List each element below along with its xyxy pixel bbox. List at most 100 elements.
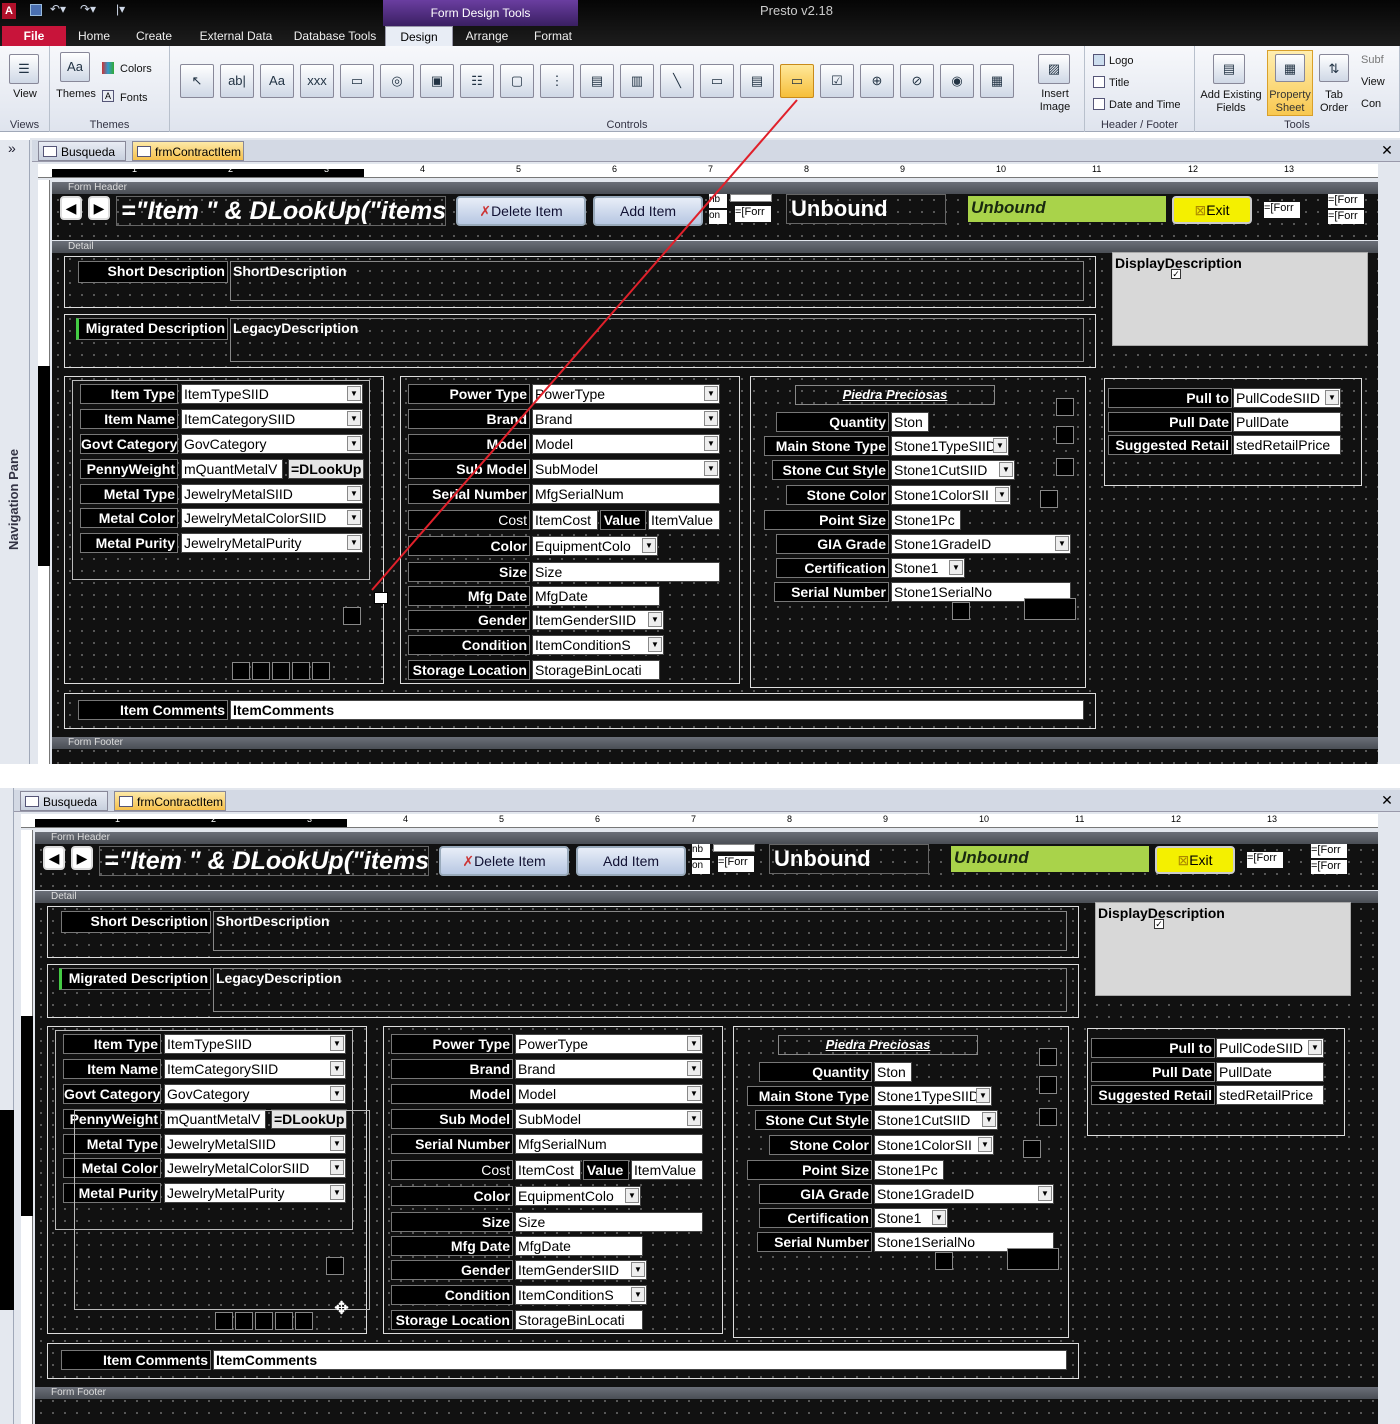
top-govt-category-field[interactable]: GovCategory ▼ <box>181 434 363 454</box>
dropdown-arrow-icon[interactable]: ▼ <box>999 462 1013 477</box>
top-small-form-ref[interactable]: =[Forr <box>735 206 771 222</box>
dropdown-arrow-icon[interactable]: ▼ <box>704 411 718 426</box>
option-button-icon[interactable]: ◉ <box>940 64 974 98</box>
top-suggested-retail-field[interactable]: stedRetailPrice <box>1233 435 1341 455</box>
top-stone-checkbox[interactable] <box>1056 398 1074 416</box>
top-pull-date-field[interactable]: PullDate <box>1233 412 1341 432</box>
top-stone-checkbox[interactable] <box>1040 490 1058 508</box>
top-stone-checkbox[interactable] <box>1056 426 1074 444</box>
dropdown-arrow-icon[interactable]: ▼ <box>687 1086 701 1101</box>
top-legacy-description-field[interactable]: LegacyDescription <box>230 318 1084 362</box>
top-stone-certification-field[interactable]: Stone1 ▼ <box>891 558 965 578</box>
top-metal-purity-field[interactable]: JewelryMetalPurity ▼ <box>181 533 363 553</box>
top-model-field[interactable]: Model ▼ <box>532 434 720 454</box>
bottom-nav-square[interactable] <box>275 1312 293 1330</box>
top-cost-field[interactable]: ItemCost <box>532 510 598 530</box>
bottom-govt-category-field[interactable]: GovCategory ▼ <box>164 1084 346 1104</box>
bottom-mfg-date-field[interactable]: MfgDate <box>515 1236 643 1256</box>
dropdown-arrow-icon[interactable]: ▼ <box>330 1036 344 1051</box>
bottom-form-header-bar[interactable]: Form Header <box>35 832 1378 844</box>
top-small-control-1[interactable]: nb <box>709 194 727 208</box>
dropdown-arrow-icon[interactable]: ▼ <box>687 1061 701 1076</box>
top-power-type-field[interactable]: PowerType ▼ <box>532 384 720 404</box>
dropdown-arrow-icon[interactable]: ▼ <box>687 1111 701 1126</box>
bottom-pull-to-field[interactable]: PullCodeSIID ▼ <box>1216 1038 1324 1058</box>
bottom-model-field[interactable]: Model ▼ <box>515 1084 703 1104</box>
bottom-display-description-control[interactable]: DisplayDescription ✓ <box>1095 902 1351 996</box>
bottom-unbound-green-field[interactable]: Unbound <box>951 846 1149 872</box>
dropdown-arrow-icon[interactable]: ▼ <box>648 637 662 652</box>
dropdown-arrow-icon[interactable]: ▼ <box>949 560 963 575</box>
bottom-suggested-retail-field[interactable]: stedRetailPrice <box>1216 1085 1324 1105</box>
colors-button-label[interactable]: Colors <box>120 63 152 75</box>
colors-icon[interactable] <box>102 62 114 74</box>
display-description-checkbox[interactable]: ✓ <box>1154 919 1164 929</box>
top-dlookup-field[interactable]: =DLookUp <box>288 459 364 479</box>
subform-label[interactable]: Subf <box>1361 54 1384 66</box>
bottom-pull-date-field[interactable]: PullDate <box>1216 1062 1324 1082</box>
property-sheet-label-2[interactable]: Sheet <box>1267 102 1313 114</box>
top-short-description-field[interactable]: ShortDescription <box>230 261 1084 301</box>
web-browser-icon[interactable]: ▣ <box>420 64 454 98</box>
combo-box-icon[interactable]: ▤ <box>580 64 614 98</box>
top-stone-main-stone-type-field[interactable]: Stone1TypeSIID ▼ <box>891 436 1009 456</box>
navigation-control-icon[interactable]: ☷ <box>460 64 494 98</box>
bottom-stone-stone-color-field[interactable]: Stone1ColorSII ▼ <box>874 1135 994 1155</box>
convert-label[interactable]: Con <box>1361 98 1381 110</box>
top-unbound-green-field[interactable]: Unbound <box>968 196 1166 222</box>
hyperlink-icon[interactable]: ◎ <box>380 64 414 98</box>
top-title-expression[interactable]: ="Item " & DLookUp("itemse <box>116 196 446 226</box>
dropdown-arrow-icon[interactable]: ▼ <box>330 1061 344 1076</box>
dropdown-arrow-icon[interactable]: ▼ <box>1055 536 1069 551</box>
dropdown-arrow-icon[interactable]: ▼ <box>932 1210 946 1225</box>
top-form-ref-2[interactable]: =[Forr <box>1328 194 1364 208</box>
top-unbound-label[interactable]: Unbound <box>786 194 946 224</box>
bottom-legacy-description-field[interactable]: LegacyDescription <box>213 968 1067 1012</box>
bottom-small-control-2[interactable]: on <box>692 860 710 874</box>
bottom-stone-checkbox[interactable] <box>1039 1048 1057 1066</box>
view-button-label[interactable]: View <box>0 88 50 100</box>
bottom-stone-checkbox[interactable] <box>1039 1076 1057 1094</box>
add-existing-fields-label-1[interactable]: Add Existing <box>1195 89 1267 101</box>
top-stone-checkbox[interactable] <box>952 602 970 620</box>
redo-icon[interactable]: ↷▾ <box>80 2 96 16</box>
bottom-nav-square[interactable] <box>295 1312 313 1330</box>
bottom-small-control-1[interactable]: nb <box>692 844 710 858</box>
bottom-next-record-button[interactable]: ▶ <box>71 846 93 870</box>
bottom-cost-field[interactable]: ItemCost <box>515 1160 581 1180</box>
dropdown-arrow-icon[interactable]: ▼ <box>704 461 718 476</box>
save-icon[interactable] <box>30 4 42 16</box>
navigation-pane-bottom[interactable] <box>0 788 14 1424</box>
list-box-icon[interactable]: ▤ <box>740 64 774 98</box>
bottom-form-ref-1[interactable]: =[Forr <box>1247 852 1283 868</box>
bottom-item-type-field[interactable]: ItemTypeSIID ▼ <box>164 1034 346 1054</box>
top-small-control-2[interactable]: on <box>709 210 727 224</box>
tab-order-icon[interactable]: ⇅ <box>1319 54 1349 82</box>
dropdown-arrow-icon[interactable]: ▼ <box>347 510 361 525</box>
top-nav-square[interactable] <box>252 662 270 680</box>
ribbon-tab-arrange[interactable]: Arrange <box>454 26 520 46</box>
dropdown-arrow-icon[interactable]: ▼ <box>625 1188 639 1203</box>
top-form-header-bar[interactable]: Form Header <box>52 182 1378 194</box>
logo-icon[interactable] <box>1093 54 1105 66</box>
bottom-sub-model-field[interactable]: SubModel ▼ <box>515 1109 703 1129</box>
bottom-stone-quantity-field[interactable]: Ston <box>874 1062 912 1082</box>
bottom-brand-field[interactable]: Brand ▼ <box>515 1059 703 1079</box>
bottom-item-value-field[interactable]: ItemValue <box>631 1160 703 1180</box>
bottom-power-type-field[interactable]: PowerType ▼ <box>515 1034 703 1054</box>
dropdown-arrow-icon[interactable]: ▼ <box>347 436 361 451</box>
top-item-value-field[interactable]: ItemValue <box>648 510 720 530</box>
insert-image-icon[interactable]: ▨ <box>1038 54 1070 84</box>
fonts-icon[interactable]: A <box>102 90 114 102</box>
tab-order-label-1[interactable]: Tab <box>1315 89 1353 101</box>
top-item-type-field[interactable]: ItemTypeSIID ▼ <box>181 384 363 404</box>
title-button-label[interactable]: Title <box>1109 77 1129 89</box>
dropdown-arrow-icon[interactable]: ▼ <box>648 612 662 627</box>
add-existing-fields-icon[interactable]: ▤ <box>1213 54 1245 84</box>
bottom-stone-checkbox[interactable] <box>935 1252 953 1270</box>
bottom-item-comments-field[interactable]: ItemComments <box>213 1350 1067 1370</box>
dropdown-arrow-icon[interactable]: ▼ <box>631 1262 645 1277</box>
bottom-storage-location-field[interactable]: StorageBinLocati <box>515 1310 643 1330</box>
attachment-icon[interactable]: ⊘ <box>900 64 934 98</box>
dropdown-arrow-icon[interactable]: ▼ <box>995 487 1009 502</box>
